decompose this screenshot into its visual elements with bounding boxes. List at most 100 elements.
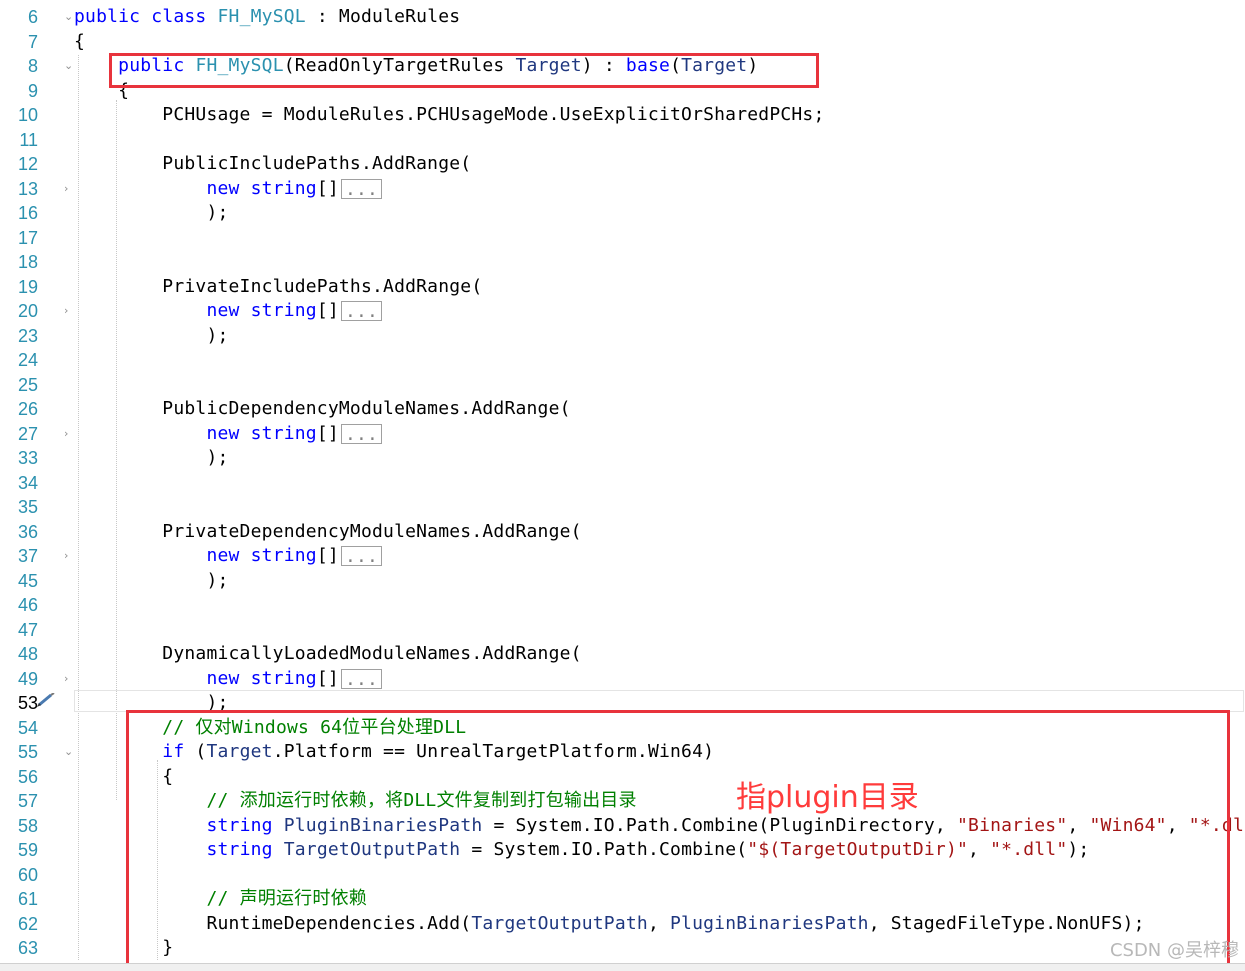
- code-text[interactable]: new string[]...: [74, 422, 383, 446]
- code-line[interactable]: 18: [0, 250, 1245, 274]
- code-line[interactable]: 16 );: [0, 201, 1245, 225]
- code-text[interactable]: new string[]...: [74, 667, 383, 691]
- code-line[interactable]: 47: [0, 618, 1245, 642]
- code-line[interactable]: 17: [0, 226, 1245, 250]
- code-token: string: [250, 545, 317, 566]
- code-line[interactable]: 25: [0, 373, 1245, 397]
- pencil-icon[interactable]: [37, 693, 55, 707]
- line-number: 16: [17, 203, 38, 223]
- code-line[interactable]: 13 › new string[]...: [0, 177, 1245, 201]
- fold-toggle-icon[interactable]: ›: [64, 177, 72, 201]
- code-text[interactable]: PCHUsage = ModuleRules.PCHUsageMode.UseE…: [74, 103, 825, 127]
- line-number: 6: [27, 7, 38, 27]
- code-line[interactable]: 7{: [0, 30, 1245, 54]
- code-line[interactable]: 46: [0, 593, 1245, 617]
- code-token: new: [206, 300, 240, 321]
- code-text[interactable]: DynamicallyLoadedModuleNames.AddRange(: [74, 642, 582, 666]
- line-number: 20: [17, 301, 38, 321]
- code-line[interactable]: 34: [0, 471, 1245, 495]
- code-text[interactable]: );: [74, 446, 229, 470]
- code-line[interactable]: 35: [0, 495, 1245, 519]
- code-line[interactable]: 48 DynamicallyLoadedModuleNames.AddRange…: [0, 642, 1245, 666]
- fold-toggle-icon[interactable]: ›: [64, 422, 72, 446]
- code-line[interactable]: 11: [0, 128, 1245, 152]
- collapsed-block-button[interactable]: ...: [340, 668, 383, 689]
- fold-toggle-icon[interactable]: ⌄: [64, 54, 73, 78]
- fold-toggle-icon[interactable]: ⌄: [64, 740, 73, 764]
- line-number: 56: [17, 766, 38, 787]
- code-text[interactable]: PublicIncludePaths.AddRange(: [74, 152, 471, 176]
- code-token: PublicDependencyModuleNames.AddRange(: [74, 398, 571, 419]
- code-line[interactable]: 49 › new string[]...: [0, 667, 1245, 691]
- fold-toggle-icon[interactable]: ⌄: [64, 5, 73, 29]
- code-text[interactable]: new string[]...: [74, 177, 383, 201]
- code-text[interactable]: PrivateDependencyModuleNames.AddRange(: [74, 520, 582, 544]
- line-number: 53: [17, 693, 38, 713]
- code-token: string: [250, 300, 317, 321]
- code-line[interactable]: 23 );: [0, 324, 1245, 348]
- code-line[interactable]: 36 PrivateDependencyModuleNames.AddRange…: [0, 520, 1245, 544]
- code-line[interactable]: 10 PCHUsage = ModuleRules.PCHUsageMode.U…: [0, 103, 1245, 127]
- code-token: new: [206, 177, 240, 199]
- code-line[interactable]: 33 );: [0, 446, 1245, 470]
- collapsed-block-button[interactable]: ...: [340, 301, 383, 322]
- code-text[interactable]: new string[]...: [74, 299, 383, 323]
- code-line[interactable]: 12 PublicIncludePaths.AddRange(: [0, 152, 1245, 176]
- fold-toggle-icon[interactable]: ›: [64, 667, 72, 691]
- code-text[interactable]: new string[]...: [74, 544, 383, 568]
- code-text[interactable]: );: [74, 569, 229, 593]
- line-number: 13: [17, 178, 38, 199]
- line-number: 59: [17, 840, 38, 860]
- code-text[interactable]: {: [74, 30, 85, 54]
- code-text[interactable]: );: [74, 201, 229, 225]
- dll-code-highlight-box: [126, 710, 1230, 966]
- code-token: new: [206, 545, 240, 566]
- code-editor[interactable]: 6 ⌄ public class FH_MySQL : ModuleRules 7{8…: [0, 0, 1245, 970]
- line-number: 60: [17, 864, 38, 885]
- code-line[interactable]: 20 › new string[]...: [0, 299, 1245, 323]
- fold-toggle-icon[interactable]: ›: [64, 299, 72, 323]
- code-line[interactable]: 6 ⌄ public class FH_MySQL : ModuleRules: [0, 5, 1245, 29]
- collapsed-block-button[interactable]: ...: [340, 423, 383, 444]
- code-token: );: [74, 324, 229, 346]
- code-text[interactable]: PrivateIncludePaths.AddRange(: [74, 275, 482, 299]
- line-number: 25: [17, 374, 38, 395]
- code-line[interactable]: 19 PrivateIncludePaths.AddRange(: [0, 275, 1245, 299]
- code-line[interactable]: 37 › new string[]...: [0, 544, 1245, 568]
- code-line[interactable]: 24: [0, 348, 1245, 372]
- code-token: string: [250, 422, 317, 444]
- line-number: 26: [17, 399, 38, 419]
- line-number: 24: [17, 350, 38, 370]
- code-token: PrivateIncludePaths.AddRange(: [74, 275, 483, 297]
- line-number: 48: [17, 644, 38, 664]
- line-number: 63: [17, 938, 38, 958]
- line-number: 7: [27, 31, 38, 52]
- code-token: string: [250, 667, 317, 689]
- code-line[interactable]: 26 PublicDependencyModuleNames.AddRange(: [0, 397, 1245, 421]
- collapsed-block-button[interactable]: ...: [340, 546, 383, 567]
- fold-toggle-icon[interactable]: ›: [64, 544, 72, 568]
- line-number: 47: [17, 619, 38, 640]
- line-number: 8: [27, 56, 38, 76]
- code-token: new: [206, 422, 240, 444]
- code-line[interactable]: 27 › new string[]...: [0, 422, 1245, 446]
- code-text[interactable]: PublicDependencyModuleNames.AddRange(: [74, 397, 571, 421]
- collapsed-block-button[interactable]: ...: [340, 178, 383, 199]
- line-number: 54: [17, 717, 38, 738]
- line-number: 49: [17, 668, 38, 689]
- code-line[interactable]: 45 );: [0, 569, 1245, 593]
- line-number: 33: [17, 448, 38, 468]
- code-text[interactable]: public class FH_MySQL : ModuleRules: [74, 5, 460, 29]
- code-text[interactable]: );: [74, 324, 229, 348]
- code-token: );: [74, 569, 229, 591]
- csdn-watermark: CSDN @吴梓穆: [1109, 940, 1239, 961]
- line-number: 46: [17, 595, 38, 615]
